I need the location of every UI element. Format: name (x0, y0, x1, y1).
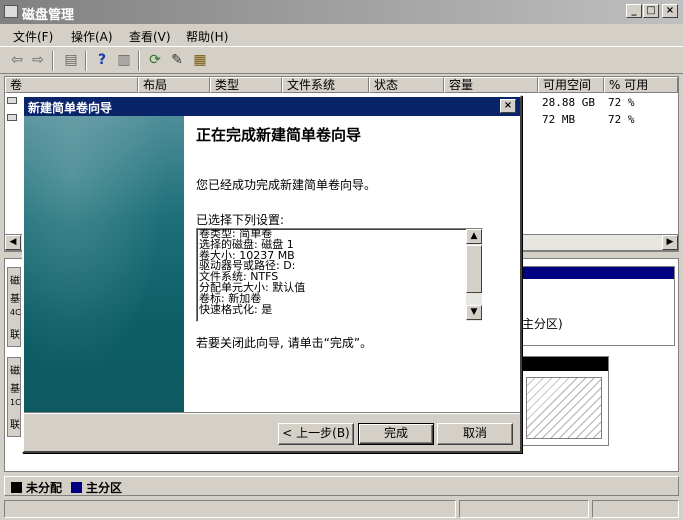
partition-header-band (518, 357, 608, 371)
legend-bar: 未分配 主分区 (4, 476, 679, 496)
disk-label-fragment: 联 (10, 330, 20, 341)
wizard-settings-listbox[interactable]: 卷类型: 简单卷 选择的磁盘: 磁盘 1 卷大小: 10237 MB 驱动器号或… (196, 228, 483, 322)
column-header-capacity[interactable]: 容量 (444, 77, 538, 93)
column-header-status[interactable]: 状态 (369, 77, 444, 93)
wizard-title-bar: 新建简单卷向导 × (24, 97, 520, 116)
help-icon[interactable]: ? (93, 51, 111, 69)
status-segment (4, 500, 456, 518)
column-header-free-space[interactable]: 可用空间 (538, 77, 604, 93)
legend-primary: 主分区 (86, 481, 123, 495)
window-title: 磁盘管理 (22, 8, 75, 23)
wizard-settings-label: 已选择下列设置: (196, 213, 285, 227)
disk-management-icon (4, 5, 18, 18)
wizard-heading: 正在完成新建简单卷向导 (196, 126, 362, 144)
toolbar: ⇦ ⇨ ▤ ? ▥ ⟳ ✎ ▦ (0, 46, 683, 74)
status-segment (459, 500, 589, 518)
export-icon[interactable]: ▦ (191, 51, 209, 69)
wizard-side-banner (24, 116, 184, 412)
scroll-thumb[interactable] (466, 245, 482, 293)
disk-label-0[interactable]: 磁 基 4C 联 (7, 267, 21, 347)
column-header-type[interactable]: 类型 (210, 77, 282, 93)
back-icon[interactable]: ⇦ (8, 51, 26, 69)
wizard-close-hint: 若要关闭此向导, 请单击“完成”。 (196, 336, 373, 350)
disk-label-fragment: 磁 (10, 276, 20, 287)
scroll-down-icon[interactable]: ▼ (466, 305, 482, 320)
menu-bar: 文件(F) 操作(A) 查看(V) 帮助(H) (0, 24, 683, 46)
toolbar-separator (85, 51, 87, 71)
disk-label-fragment: 4C (10, 308, 21, 317)
volume-free-space: 28.88 GB (542, 96, 595, 109)
volume-percent-free: 72 % (608, 96, 635, 109)
cancel-button[interactable]: 取消 (437, 423, 513, 445)
minimize-button[interactable]: _ (626, 4, 642, 18)
settings-vertical-scrollbar[interactable]: ▲ ▼ (466, 229, 482, 321)
setting-line: 快速格式化: 是 (199, 302, 273, 316)
legend-unallocated: 未分配 (26, 481, 63, 495)
wizard-close-button[interactable]: × (500, 99, 516, 113)
status-bar (4, 500, 679, 518)
wizard-separator (24, 412, 520, 414)
disk-label-fragment: 联 (10, 420, 20, 431)
scroll-up-icon[interactable]: ▲ (466, 229, 482, 244)
title-bar: 磁盘管理 _ □ × (0, 0, 683, 24)
disk-label-fragment: 磁 (10, 366, 20, 377)
back-button[interactable]: < 上一步(B) (278, 423, 354, 445)
menu-help[interactable]: 帮助(H) (186, 28, 228, 45)
finish-button[interactable]: 完成 (358, 423, 434, 445)
maximize-button[interactable]: □ (643, 4, 659, 18)
disk-label-fragment: 1C (10, 398, 21, 407)
volume-percent-free: 72 % (608, 113, 635, 126)
partition-unallocated[interactable] (517, 356, 609, 446)
disk-label-fragment: 基 (10, 294, 20, 305)
volume-free-space: 72 MB (542, 113, 576, 126)
close-button[interactable]: × (662, 4, 678, 18)
menu-action[interactable]: 操作(A) (71, 28, 113, 45)
wizard-content: 正在完成新建简单卷向导 您已经成功完成新建简单卷向导。 已选择下列设置: 卷类型… (184, 116, 520, 412)
primary-swatch (71, 482, 82, 493)
refresh-icon[interactable]: ⟳ (146, 51, 164, 69)
status-segment (592, 500, 679, 518)
disk-label-fragment: 基 (10, 384, 20, 395)
partition-type-text: 主分区) (522, 317, 563, 331)
properties-icon[interactable]: ✎ (168, 51, 186, 69)
column-header-percent-free[interactable]: % 可用 (604, 77, 678, 93)
disk-label-1[interactable]: 磁 基 1C 联 (7, 357, 21, 437)
wizard-success-text: 您已经成功完成新建简单卷向导。 (196, 178, 377, 192)
column-header-filesystem[interactable]: 文件系统 (282, 77, 369, 93)
console-tree-icon[interactable]: ▤ (62, 51, 80, 69)
menu-file[interactable]: 文件(F) (13, 28, 53, 45)
action-pane-icon[interactable]: ▥ (115, 51, 133, 69)
scroll-left-icon[interactable]: ◀ (5, 235, 21, 250)
scroll-right-icon[interactable]: ▶ (662, 235, 678, 250)
column-header-volume[interactable]: 卷 (5, 77, 138, 93)
partition-header-band (518, 267, 674, 279)
unallocated-hatch (526, 377, 602, 439)
toolbar-separator (138, 51, 140, 71)
unallocated-swatch (11, 482, 22, 493)
menu-view[interactable]: 查看(V) (129, 28, 171, 45)
toolbar-separator (52, 51, 54, 71)
partition-primary[interactable]: 主分区) (517, 266, 675, 346)
column-header-layout[interactable]: 布局 (138, 77, 210, 93)
volume-icon (7, 114, 17, 121)
wizard-title: 新建简单卷向导 (28, 101, 113, 115)
new-simple-volume-wizard: 新建简单卷向导 × 正在完成新建简单卷向导 您已经成功完成新建简单卷向导。 已选… (22, 95, 522, 453)
volume-icon (7, 97, 17, 104)
forward-icon[interactable]: ⇨ (29, 51, 47, 69)
